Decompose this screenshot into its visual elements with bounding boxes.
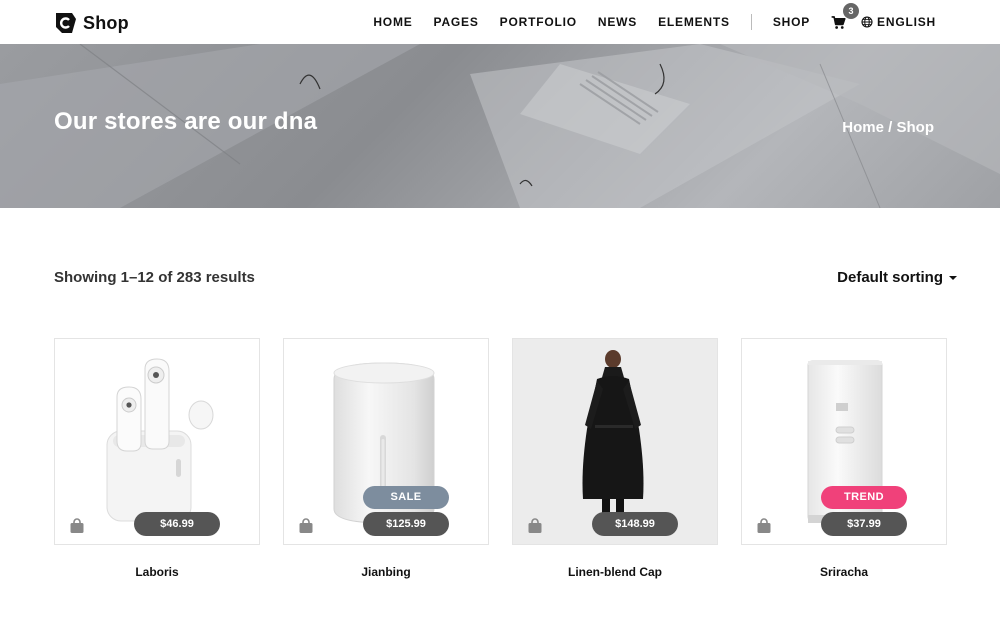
- price-tag[interactable]: $148.99: [592, 512, 678, 536]
- main-nav: HOME PAGES PORTFOLIO NEWS ELEMENTS SHOP …: [373, 0, 936, 44]
- hero-banner: Our stores are our dna Home / Shop: [0, 44, 1000, 208]
- price-tag[interactable]: $46.99: [134, 512, 220, 536]
- page-title: Our stores are our dna: [54, 108, 318, 135]
- price-tag[interactable]: $37.99: [821, 512, 907, 536]
- nav-news[interactable]: NEWS: [598, 15, 637, 29]
- logo-text: Shop: [83, 12, 129, 33]
- cart-button[interactable]: 3: [831, 3, 860, 31]
- product-image-frame[interactable]: SALE $125.99: [283, 338, 489, 545]
- product-grid: $46.99 Laboris SALE $125.99 Jianbing $14…: [54, 338, 947, 579]
- breadcrumb-home[interactable]: Home: [842, 119, 884, 136]
- product-card[interactable]: $148.99 Linen-blend Cap: [512, 338, 718, 579]
- shopping-bag-icon[interactable]: [756, 518, 772, 534]
- product-name[interactable]: Jianbing: [283, 565, 489, 579]
- product-name[interactable]: Linen-blend Cap: [512, 565, 718, 579]
- trend-badge: TREND: [821, 486, 907, 509]
- product-name[interactable]: Sriracha: [741, 565, 947, 579]
- breadcrumb-separator: /: [883, 119, 897, 136]
- sale-badge: SALE: [363, 486, 449, 509]
- site-header: Shop HOME PAGES PORTFOLIO NEWS ELEMENTS …: [0, 0, 1000, 44]
- shopping-bag-icon[interactable]: [298, 518, 314, 534]
- sort-label: Default sorting: [837, 269, 943, 286]
- nav-pages[interactable]: PAGES: [434, 15, 479, 29]
- nav-elements[interactable]: ELEMENTS: [658, 15, 730, 29]
- product-card[interactable]: TREND $37.99 Sriracha: [741, 338, 947, 579]
- breadcrumb-current: Shop: [896, 119, 935, 136]
- nav-home[interactable]: HOME: [373, 15, 412, 29]
- product-card[interactable]: SALE $125.99 Jianbing: [283, 338, 489, 579]
- cart-count-badge: 3: [843, 3, 860, 19]
- nav-portfolio[interactable]: PORTFOLIO: [500, 15, 577, 29]
- language-label: ENGLISH: [877, 15, 936, 29]
- logo-icon: [56, 13, 76, 33]
- globe-icon: [861, 16, 873, 28]
- product-image-frame[interactable]: $46.99: [54, 338, 260, 545]
- caret-down-icon: [949, 275, 957, 280]
- product-name[interactable]: Laboris: [54, 565, 260, 579]
- shopping-bag-icon[interactable]: [527, 518, 543, 534]
- price-tag[interactable]: $125.99: [363, 512, 449, 536]
- product-image-frame[interactable]: $148.99: [512, 338, 718, 545]
- sort-dropdown[interactable]: Default sorting: [837, 269, 957, 286]
- shopping-bag-icon[interactable]: [69, 518, 85, 534]
- breadcrumb: Home / Shop: [842, 119, 934, 136]
- language-selector[interactable]: ENGLISH: [861, 15, 936, 29]
- cart-icon: [831, 16, 846, 29]
- nav-shop[interactable]: SHOP: [773, 15, 810, 29]
- logo[interactable]: Shop: [54, 11, 129, 35]
- product-card[interactable]: $46.99 Laboris: [54, 338, 260, 579]
- nav-divider: [750, 14, 752, 30]
- product-image-frame[interactable]: TREND $37.99: [741, 338, 947, 545]
- results-count: Showing 1–12 of 283 results: [54, 269, 255, 286]
